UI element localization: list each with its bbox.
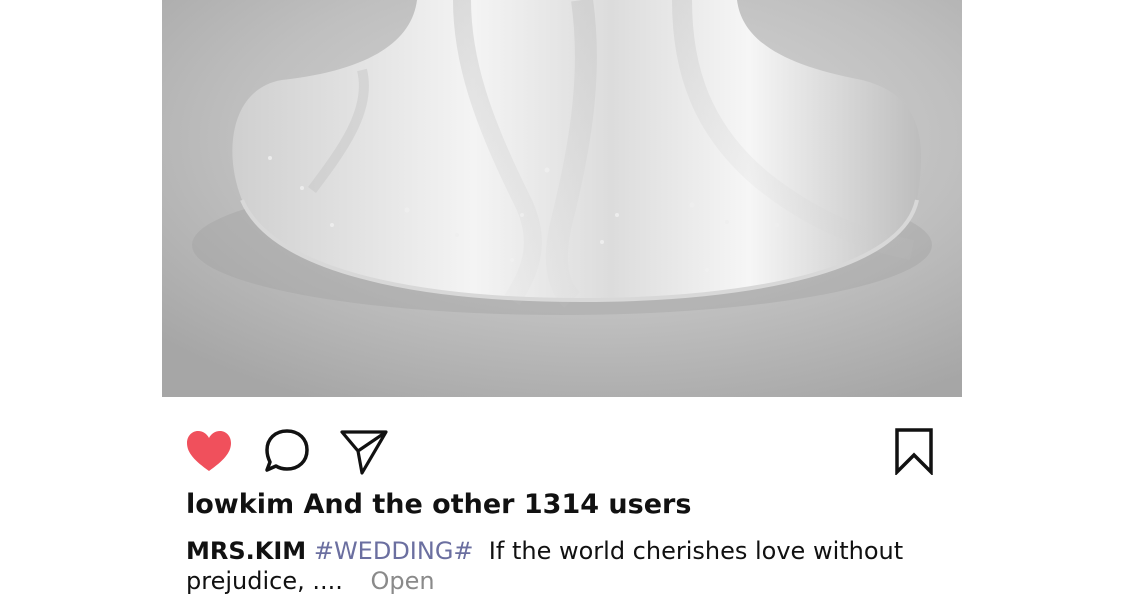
post-caption: MRS.KIM #WEDDING# If the world cherishes… (186, 536, 906, 596)
post-action-bar (162, 397, 962, 497)
feed-post: lowkim And the other 1314 users MRS.KIM … (162, 0, 962, 614)
comment-icon[interactable] (263, 427, 311, 475)
post-photo[interactable] (162, 0, 962, 397)
heart-icon[interactable] (185, 427, 233, 475)
wedding-dress-illustration (162, 0, 962, 397)
caption-hashtag[interactable]: #WEDDING# (314, 537, 474, 565)
bookmark-icon[interactable] (894, 427, 934, 477)
send-icon[interactable] (340, 427, 388, 475)
caption-open-link[interactable]: Open (371, 567, 435, 595)
caption-username[interactable]: MRS.KIM (186, 537, 306, 565)
likes-count[interactable]: lowkim And the other 1314 users (186, 489, 691, 520)
